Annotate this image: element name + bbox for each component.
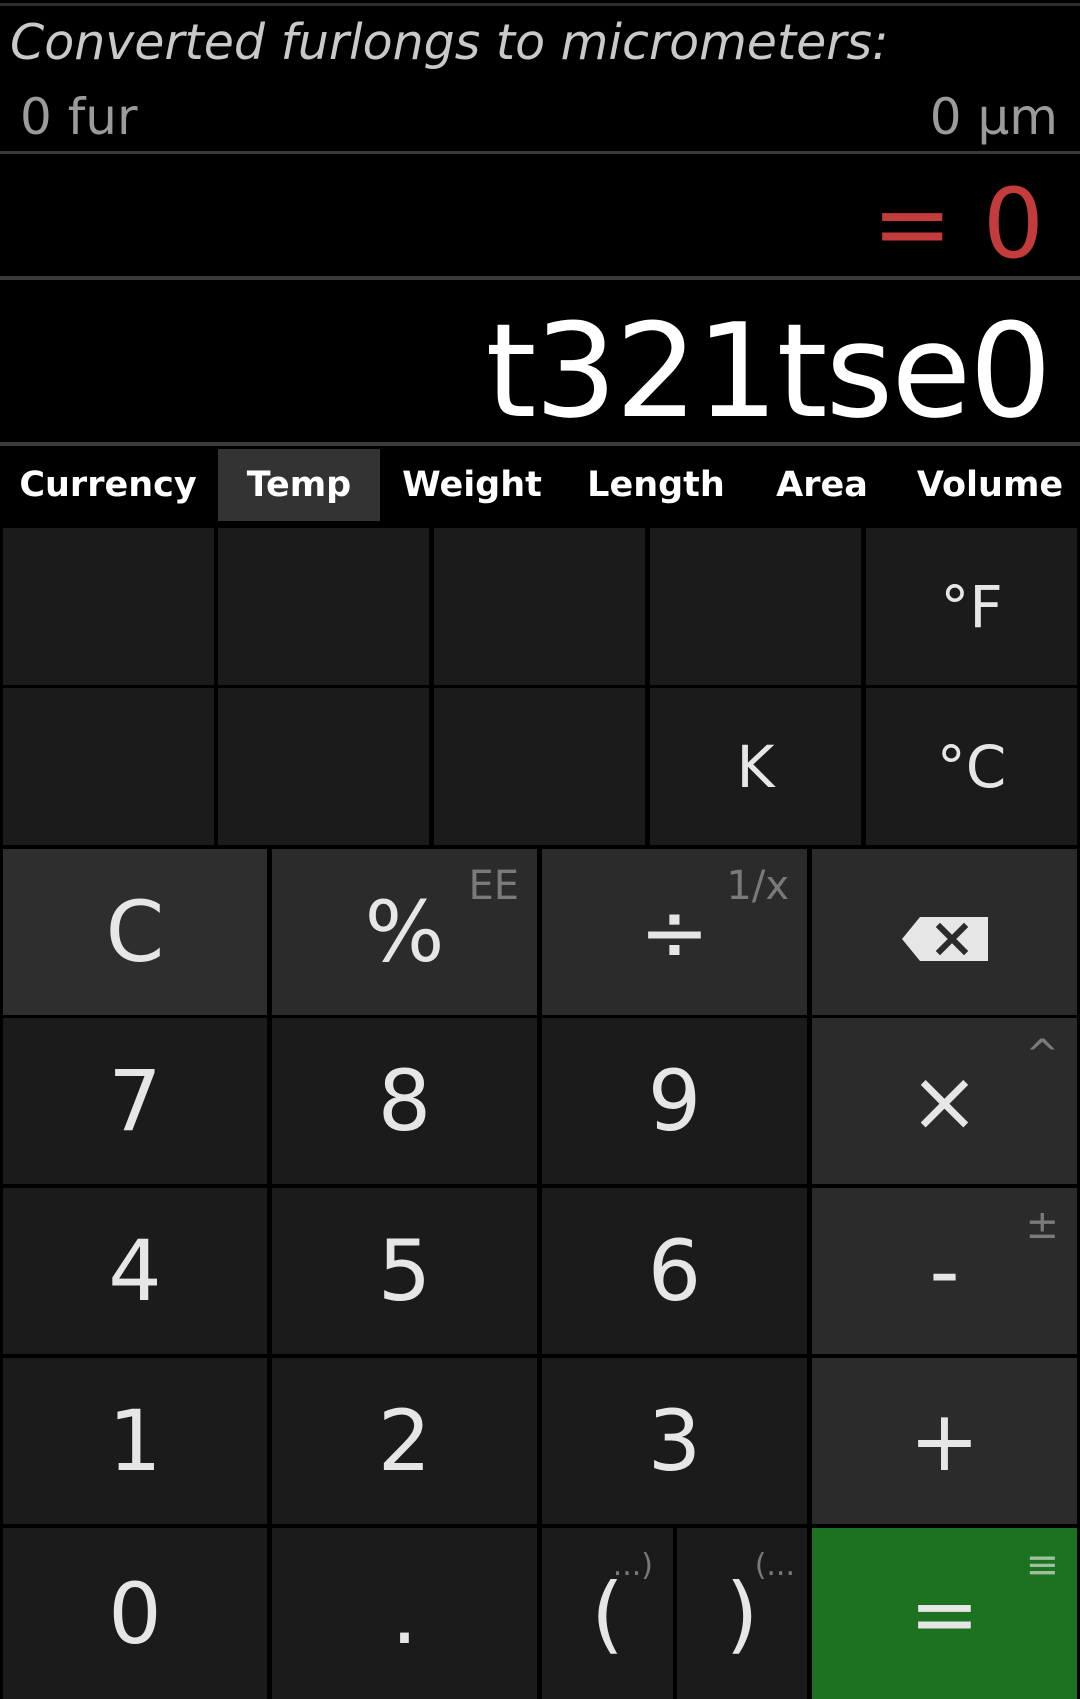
digit-4-button[interactable]: 4 — [3, 1188, 267, 1354]
unit-key-empty[interactable] — [434, 528, 645, 685]
close-paren-button[interactable]: ) (... — [677, 1528, 807, 1699]
unit-key-empty[interactable] — [650, 528, 861, 685]
unit-key-empty[interactable] — [3, 688, 214, 845]
tab-area[interactable]: Area — [760, 449, 884, 521]
expression-display[interactable]: t321tse0 — [486, 295, 1052, 447]
percent-label: % — [364, 883, 445, 981]
digit-6-button[interactable]: 6 — [542, 1188, 807, 1354]
digit-0-button[interactable]: 0 — [3, 1528, 267, 1699]
digit-label: 9 — [647, 1052, 702, 1150]
open-paren-button[interactable]: ( ...) — [542, 1528, 673, 1699]
menu-sublabel: ≡ — [1025, 1542, 1059, 1588]
reciprocal-sublabel: 1/x — [726, 863, 789, 909]
unit-key-kelvin[interactable]: K — [650, 688, 861, 845]
decimal-label: . — [391, 1564, 418, 1663]
divider — [0, 276, 1080, 280]
tab-currency[interactable]: Currency — [0, 449, 216, 521]
converter-tabs: Currency Temp Weight Length Area Volume — [0, 449, 1080, 521]
equals-button[interactable]: = ≡ — [812, 1528, 1077, 1699]
conversion-from-value: 0 fur — [20, 88, 138, 146]
digit-label: 1 — [108, 1392, 162, 1490]
keypad: °F K °C C % EE ÷ 1/x 7 8 9 × ^ 4 5 6 - ±… — [0, 521, 1080, 1699]
digit-label: 7 — [108, 1052, 162, 1150]
conversion-title: Converted furlongs to micrometers: — [10, 14, 889, 71]
clear-label: C — [105, 883, 165, 981]
minus-button[interactable]: - ± — [812, 1188, 1077, 1354]
close-paren-label: ) — [725, 1564, 759, 1663]
open-paren-sublabel: ...) — [612, 1548, 653, 1583]
divider — [0, 442, 1080, 446]
plus-minus-sublabel: ± — [1025, 1202, 1059, 1248]
ee-sublabel: EE — [468, 863, 519, 909]
equals-label: = — [909, 1564, 980, 1663]
tab-volume[interactable]: Volume — [900, 449, 1080, 521]
tab-temp[interactable]: Temp — [218, 449, 380, 521]
divide-label: ÷ — [639, 883, 710, 981]
tab-length[interactable]: Length — [574, 449, 738, 521]
close-paren-sublabel: (... — [754, 1548, 795, 1583]
digit-label: 5 — [377, 1222, 432, 1320]
decimal-point-button[interactable]: . — [272, 1528, 537, 1699]
clear-button[interactable]: C — [3, 849, 267, 1015]
digit-7-button[interactable]: 7 — [3, 1018, 267, 1184]
multiply-label: × — [909, 1052, 980, 1150]
minus-label: - — [929, 1222, 960, 1320]
percent-button[interactable]: % EE — [272, 849, 537, 1015]
result-display: = 0 — [871, 168, 1044, 280]
digit-label: 0 — [108, 1564, 162, 1663]
plus-button[interactable]: + — [812, 1358, 1077, 1524]
digit-8-button[interactable]: 8 — [272, 1018, 537, 1184]
unit-key-fahrenheit[interactable]: °F — [866, 528, 1077, 685]
unit-key-empty[interactable] — [3, 528, 214, 685]
conversion-to-value: 0 μm — [929, 88, 1058, 146]
unit-key-empty[interactable] — [434, 688, 645, 845]
digit-label: 6 — [647, 1222, 702, 1320]
unit-key-celsius[interactable]: °C — [866, 688, 1077, 845]
backspace-icon — [901, 883, 988, 981]
plus-label: + — [909, 1392, 980, 1490]
top-divider — [0, 3, 1080, 6]
digit-3-button[interactable]: 3 — [542, 1358, 807, 1524]
digit-2-button[interactable]: 2 — [272, 1358, 537, 1524]
divide-button[interactable]: ÷ 1/x — [542, 849, 807, 1015]
digit-label: 2 — [377, 1392, 432, 1490]
unit-key-empty[interactable] — [218, 528, 429, 685]
digit-5-button[interactable]: 5 — [272, 1188, 537, 1354]
power-sublabel: ^ — [1025, 1032, 1059, 1078]
digit-9-button[interactable]: 9 — [542, 1018, 807, 1184]
digit-label: 4 — [108, 1222, 162, 1320]
tab-weight[interactable]: Weight — [390, 449, 554, 521]
digit-1-button[interactable]: 1 — [3, 1358, 267, 1524]
backspace-button[interactable] — [812, 849, 1077, 1015]
unit-key-empty[interactable] — [218, 688, 429, 845]
digit-label: 3 — [647, 1392, 702, 1490]
divider — [0, 151, 1080, 154]
digit-label: 8 — [377, 1052, 432, 1150]
multiply-button[interactable]: × ^ — [812, 1018, 1077, 1184]
